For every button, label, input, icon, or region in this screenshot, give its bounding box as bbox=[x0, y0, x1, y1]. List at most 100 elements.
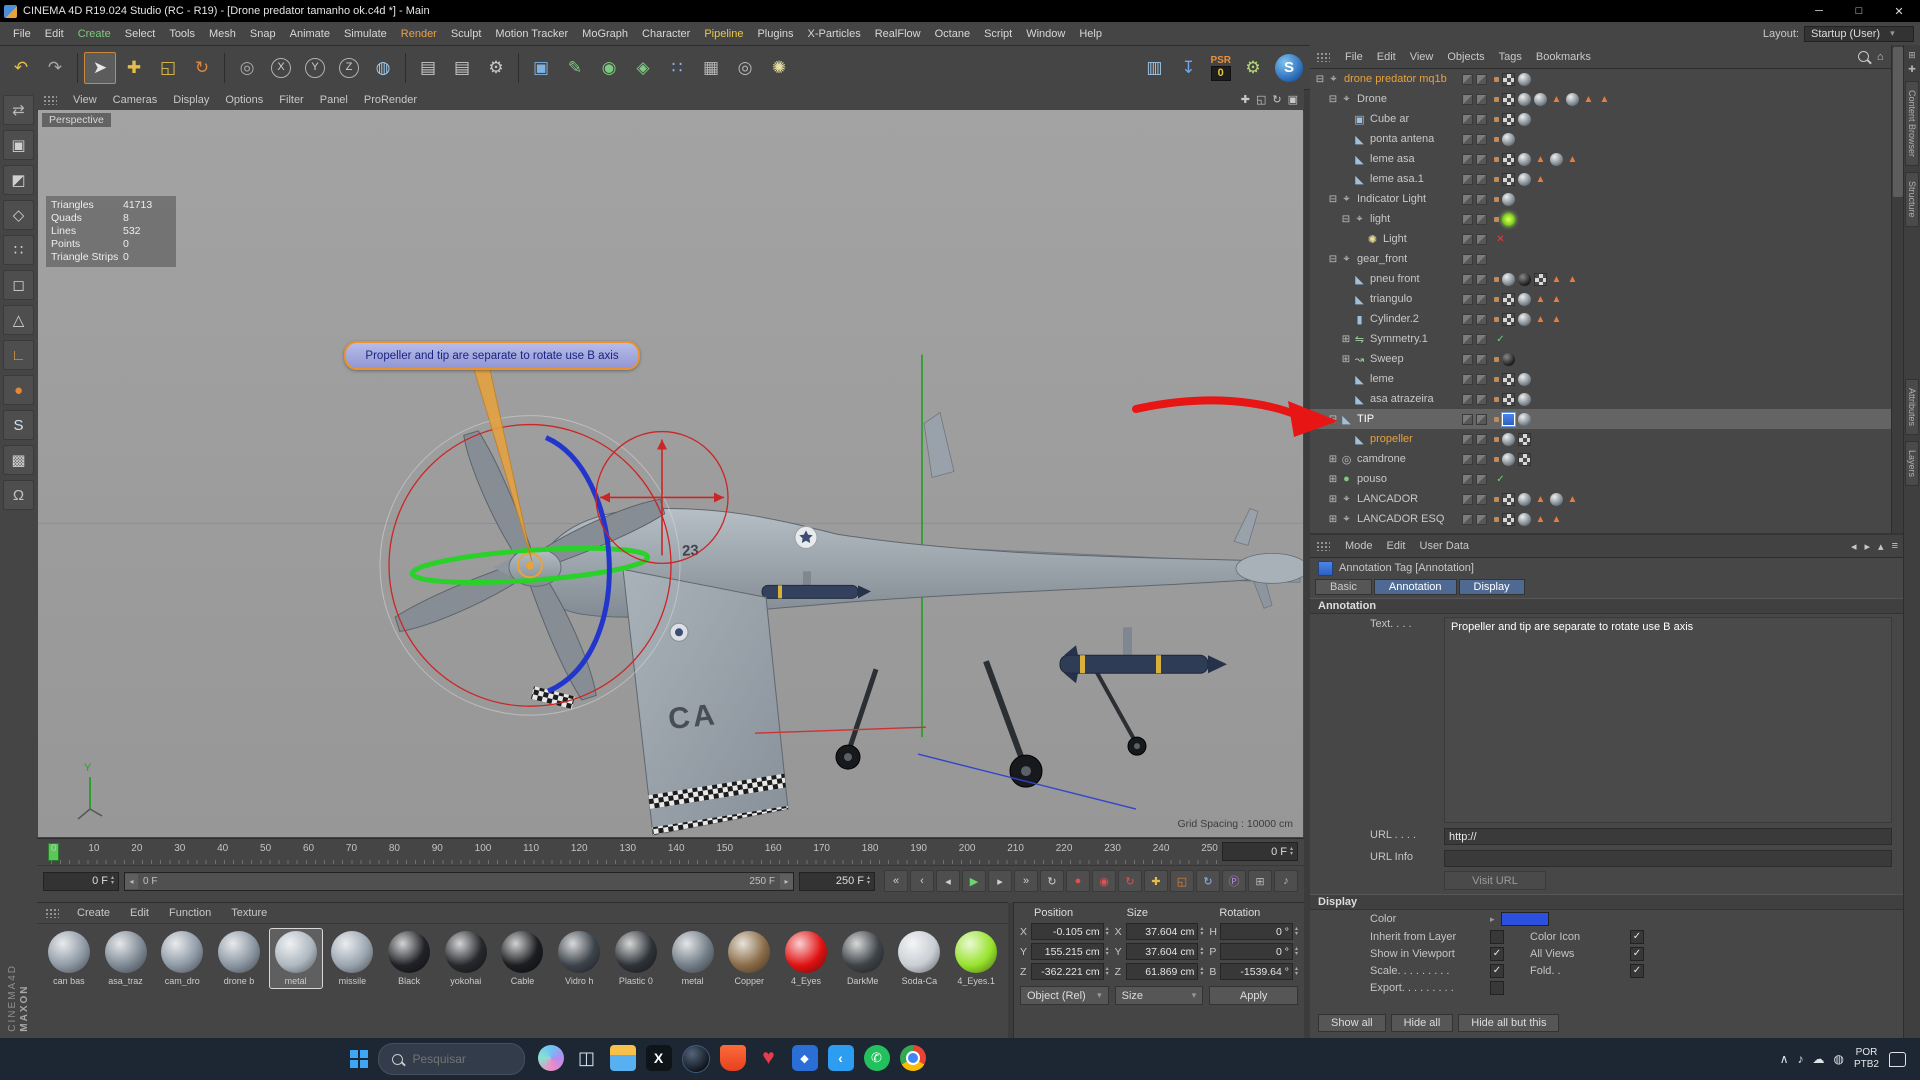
visibility-toggles[interactable] bbox=[1462, 93, 1487, 105]
om-menu-view[interactable]: View bbox=[1403, 51, 1441, 63]
spinner[interactable]: ▴ ▾ bbox=[1290, 846, 1293, 857]
viewport-canvas[interactable]: 23 CA Y Perspective Triangles 41713 Quad… bbox=[38, 110, 1303, 837]
array-button[interactable]: ∷ bbox=[661, 52, 693, 84]
viewport-menu-options[interactable]: Options bbox=[217, 94, 271, 106]
texture-tag-icon[interactable] bbox=[1502, 172, 1515, 186]
materials-menu-edit[interactable]: Edit bbox=[120, 907, 159, 919]
menu-character[interactable]: Character bbox=[635, 28, 697, 40]
display-dot-icon[interactable] bbox=[1494, 136, 1499, 142]
material-item[interactable]: asa_traz bbox=[100, 929, 152, 988]
home-icon[interactable]: ⌂ bbox=[1877, 51, 1884, 63]
visibility-toggles[interactable] bbox=[1462, 333, 1487, 345]
prev-key-button[interactable]: ‹ bbox=[910, 870, 934, 892]
tree-row-pneu-front[interactable]: ◣ pneu front ▲ ▲ bbox=[1310, 269, 1892, 289]
visibility-toggles[interactable] bbox=[1462, 173, 1487, 185]
phong-tag-icon[interactable]: ▲ bbox=[1598, 93, 1611, 106]
scrollbar-thumb[interactable] bbox=[1893, 47, 1903, 197]
visibility-toggles[interactable] bbox=[1462, 433, 1487, 445]
dock-tab-attributes[interactable]: Attributes bbox=[1905, 378, 1919, 435]
tree-row-light[interactable]: ✺ Light ✕ bbox=[1310, 229, 1892, 249]
materials-menu-create[interactable]: Create bbox=[67, 907, 120, 919]
vscode-icon[interactable]: ‹ bbox=[827, 1045, 854, 1071]
model-mode-button[interactable]: ▣ bbox=[3, 130, 34, 160]
display-dot-icon[interactable] bbox=[1494, 76, 1499, 82]
material-item[interactable]: metal bbox=[268, 928, 323, 989]
display-dot-icon[interactable] bbox=[1494, 496, 1499, 502]
display-dot-icon[interactable] bbox=[1494, 276, 1499, 282]
tree-row-leme-asa-1[interactable]: ◣ leme asa.1 ▲ bbox=[1310, 169, 1892, 189]
axis-mode-button[interactable]: ∟ bbox=[3, 340, 34, 370]
phong-tag-icon[interactable]: ▲ bbox=[1582, 93, 1595, 106]
checkbox-all-views[interactable]: ✓ bbox=[1630, 946, 1644, 961]
menu-x-particles[interactable]: X-Particles bbox=[801, 28, 868, 40]
texture-tag-icon[interactable] bbox=[1502, 372, 1515, 386]
om-menu-file[interactable]: File bbox=[1338, 51, 1370, 63]
loop-button[interactable]: ↻ bbox=[1040, 870, 1064, 892]
display-dot-icon[interactable] bbox=[1494, 96, 1499, 102]
autokey-button[interactable]: ◉ bbox=[1092, 870, 1116, 892]
prev-object-icon[interactable]: ◂ bbox=[1851, 540, 1857, 553]
url-info-field[interactable] bbox=[1444, 850, 1892, 867]
timeline-ruler[interactable]: 0 10 20 30 40 50 60 70 80 90 100 110 120 130 140 150 160… bbox=[37, 839, 1304, 866]
visibility-toggles[interactable] bbox=[1462, 313, 1487, 325]
lock-y-button[interactable]: Y bbox=[299, 52, 331, 84]
spinner[interactable]: ▴ ▾ bbox=[1295, 946, 1298, 957]
tab-display[interactable]: Display bbox=[1458, 579, 1525, 595]
dark-material-tag-icon[interactable] bbox=[1502, 352, 1515, 366]
display-dot-icon[interactable] bbox=[1494, 216, 1499, 222]
texture-tag-icon[interactable] bbox=[1534, 272, 1547, 286]
light-tag-icon[interactable] bbox=[1502, 212, 1515, 226]
tree-row-ponta-antena[interactable]: ◣ ponta antena bbox=[1310, 129, 1892, 149]
material-tag-icon[interactable] bbox=[1518, 492, 1531, 506]
maximize-button[interactable]: □ bbox=[1842, 1, 1876, 21]
volume-icon[interactable]: ♪ bbox=[1798, 1052, 1804, 1066]
dock-tab-structure[interactable]: Structure bbox=[1905, 172, 1919, 227]
phong-tag-icon[interactable]: ▲ bbox=[1550, 293, 1563, 306]
menu-help[interactable]: Help bbox=[1072, 28, 1109, 40]
texture-mode-button[interactable]: ◩ bbox=[3, 165, 34, 195]
dock-tab-content-browser[interactable]: Content Browser bbox=[1905, 81, 1919, 167]
viewport-menu-prorender[interactable]: ProRender bbox=[356, 94, 425, 106]
search-box[interactable] bbox=[377, 1043, 525, 1075]
key-rotation-button[interactable]: ↻ bbox=[1196, 870, 1220, 892]
phong-tag-icon[interactable]: ▲ bbox=[1566, 493, 1579, 506]
expand-icon[interactable]: ⊞ bbox=[1340, 354, 1352, 365]
heart-app-icon[interactable]: ♥ bbox=[756, 1045, 782, 1071]
size-y-input[interactable]: 37.604 cm bbox=[1125, 943, 1199, 960]
om-menu-tags[interactable]: Tags bbox=[1492, 51, 1529, 63]
polygons-mode-button[interactable]: △ bbox=[3, 305, 34, 335]
menu-animate[interactable]: Animate bbox=[283, 28, 337, 40]
collapse-icon[interactable]: ⊟ bbox=[1327, 254, 1339, 265]
expand-icon[interactable]: ⊞ bbox=[1327, 474, 1339, 485]
menu-motion-tracker[interactable]: Motion Tracker bbox=[488, 28, 575, 40]
am-menu-mode[interactable]: Mode bbox=[1338, 540, 1380, 552]
tab-basic[interactable]: Basic bbox=[1315, 579, 1372, 595]
phong-tag-icon[interactable]: ▲ bbox=[1550, 273, 1563, 286]
material-tag-icon[interactable] bbox=[1518, 512, 1531, 526]
view-label[interactable]: Perspective bbox=[42, 113, 111, 127]
collapse-icon[interactable]: ⊟ bbox=[1327, 194, 1339, 205]
spinner[interactable]: ▴ ▾ bbox=[1295, 966, 1298, 977]
task-view-icon[interactable]: ◫ bbox=[574, 1045, 600, 1071]
panel-grip-icon[interactable] bbox=[43, 94, 57, 105]
record-keyframe-button[interactable]: ● bbox=[1066, 870, 1090, 892]
generators-button[interactable]: ◈ bbox=[627, 52, 659, 84]
annotation-text-field[interactable]: Propeller and tip are separate to rotate… bbox=[1444, 617, 1892, 823]
expand-icon[interactable]: ⊞ bbox=[1327, 514, 1339, 525]
checkbox-show-in-viewport[interactable]: ✓ bbox=[1490, 946, 1504, 961]
menu-file[interactable]: File bbox=[6, 28, 38, 40]
brave-icon[interactable] bbox=[719, 1045, 746, 1071]
snap-button[interactable]: S bbox=[3, 410, 34, 440]
expand-icon[interactable]: ⊞ bbox=[1340, 334, 1352, 345]
zoom-view-icon[interactable]: ◱ bbox=[1256, 93, 1266, 106]
material-item[interactable]: 4_Eyes bbox=[780, 929, 832, 988]
material-tag-icon[interactable] bbox=[1518, 412, 1531, 426]
annotation-tag-icon[interactable] bbox=[1501, 411, 1516, 427]
texture-tag-icon[interactable] bbox=[1502, 152, 1515, 166]
phong-tag-icon[interactable]: ▲ bbox=[1550, 513, 1563, 526]
browser-app-icon[interactable] bbox=[681, 1045, 710, 1073]
display-dot-icon[interactable] bbox=[1494, 316, 1499, 322]
material-tag-icon[interactable] bbox=[1518, 392, 1531, 406]
material-tag-icon[interactable] bbox=[1518, 72, 1531, 86]
x-app-icon[interactable]: X bbox=[645, 1045, 672, 1071]
